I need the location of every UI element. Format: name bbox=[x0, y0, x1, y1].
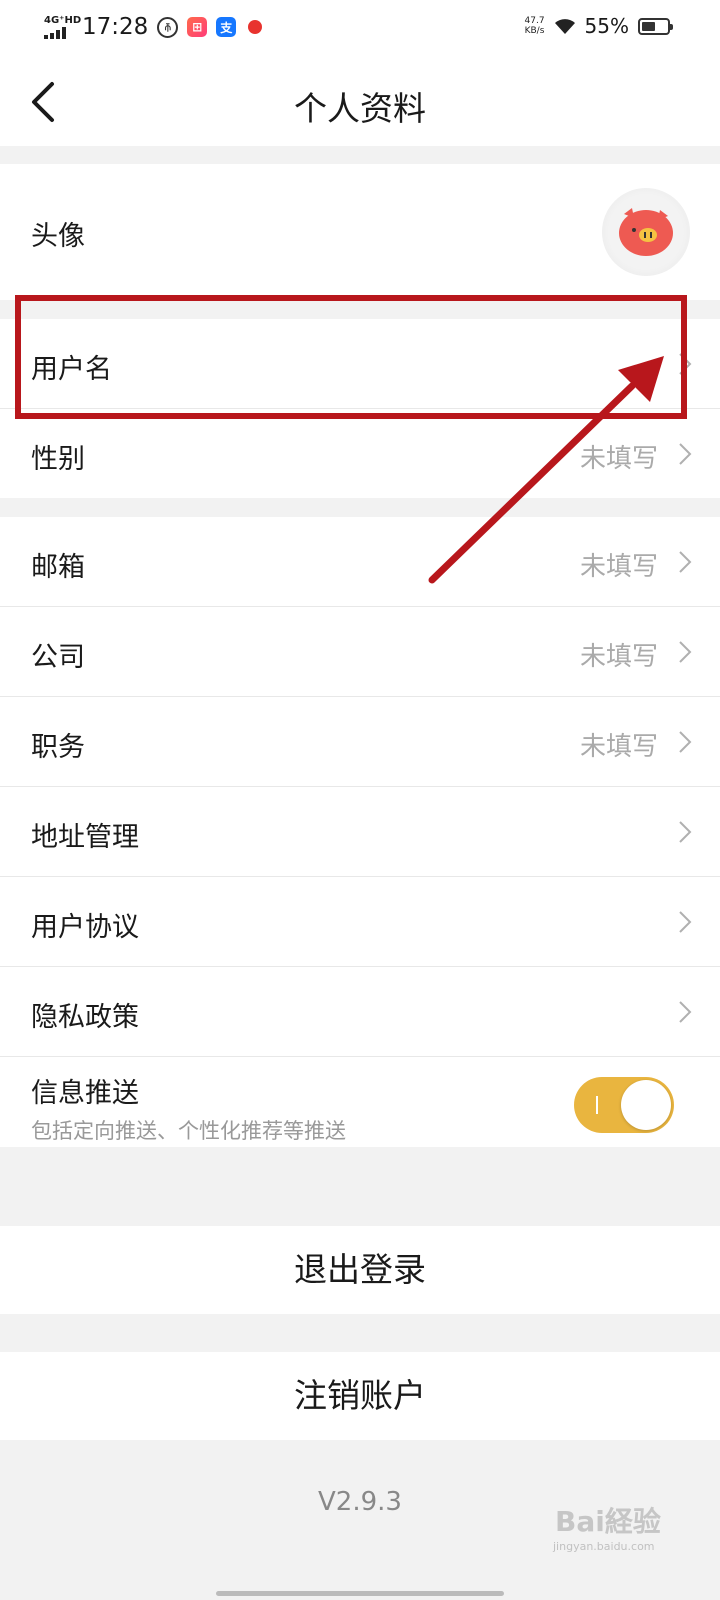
privacy-policy-row[interactable]: 隐私政策 bbox=[0, 967, 720, 1057]
app-icon-red: ⊞ bbox=[187, 17, 208, 37]
toggle-on-mark bbox=[596, 1096, 598, 1114]
battery-icon bbox=[638, 17, 673, 35]
signal-icon bbox=[44, 27, 76, 39]
watermark-url: jingyan.baidu.com bbox=[553, 1540, 655, 1553]
address-label: 地址管理 bbox=[31, 822, 139, 853]
nav-bar: 个人资料 bbox=[0, 56, 720, 146]
home-indicator[interactable] bbox=[216, 1591, 504, 1596]
email-value: 未填写 bbox=[579, 552, 658, 582]
user-agreement-row[interactable]: 用户协议 bbox=[0, 877, 720, 967]
gender-value: 未填写 bbox=[579, 444, 658, 474]
gender-label: 性别 bbox=[31, 444, 85, 475]
avatar-row[interactable]: 头像 bbox=[0, 164, 720, 300]
toggle-knob bbox=[621, 1080, 671, 1130]
pig-avatar-icon bbox=[619, 208, 673, 256]
chevron-right-icon bbox=[679, 443, 692, 465]
page-title: 个人资料 bbox=[294, 89, 426, 128]
clock: 17:28 bbox=[82, 14, 149, 40]
avatar[interactable] bbox=[602, 188, 690, 276]
chevron-right-icon bbox=[679, 1001, 692, 1023]
wifi-icon bbox=[554, 19, 575, 34]
username-row[interactable]: 用户名 bbox=[0, 319, 720, 409]
alipay-icon: 支 bbox=[216, 17, 237, 37]
privacy-policy-label: 隐私政策 bbox=[31, 1002, 139, 1033]
gender-row[interactable]: 性别 未填写 bbox=[0, 409, 720, 498]
status-left: 4G⁺HD 17:28 ⫚ ⊞ 支 bbox=[44, 12, 266, 42]
chevron-right-icon bbox=[679, 911, 692, 933]
position-value: 未填写 bbox=[579, 732, 658, 762]
push-row: 信息推送 包括定向推送、个性化推荐等推送 bbox=[0, 1057, 720, 1147]
status-bar: 4G⁺HD 17:28 ⫚ ⊞ 支 47.7 KB/s 55% bbox=[0, 0, 720, 56]
unicom-icon: ⫚ bbox=[157, 16, 179, 38]
status-right: 47.7 KB/s 55% bbox=[525, 14, 673, 38]
address-row[interactable]: 地址管理 bbox=[0, 787, 720, 877]
battery-percent: 55% bbox=[584, 14, 629, 38]
push-label: 信息推送 bbox=[31, 1078, 139, 1109]
video-record-icon bbox=[245, 17, 266, 37]
email-label: 邮箱 bbox=[31, 552, 85, 583]
company-label: 公司 bbox=[31, 642, 85, 673]
company-value: 未填写 bbox=[579, 642, 658, 672]
chevron-right-icon bbox=[679, 641, 692, 663]
chevron-right-icon bbox=[679, 551, 692, 573]
net-speed-unit: KB/s bbox=[524, 26, 545, 36]
push-toggle[interactable] bbox=[574, 1077, 674, 1133]
avatar-label: 头像 bbox=[31, 221, 85, 252]
chevron-right-icon bbox=[679, 353, 692, 375]
chevron-right-icon bbox=[679, 821, 692, 843]
push-description: 包括定向推送、个性化推荐等推送 bbox=[31, 1119, 346, 1143]
cancel-account-button[interactable]: 注销账户 bbox=[0, 1352, 720, 1440]
position-row[interactable]: 职务 未填写 bbox=[0, 697, 720, 787]
watermark: Bai経验 bbox=[555, 1505, 661, 1538]
battery-fill bbox=[642, 21, 655, 31]
username-label: 用户名 bbox=[31, 354, 112, 385]
net-speed-value: 47.7 bbox=[524, 16, 545, 26]
logout-button[interactable]: 退出登录 bbox=[0, 1226, 720, 1314]
network-type: 4G⁺HD bbox=[44, 15, 82, 26]
position-label: 职务 bbox=[31, 732, 85, 763]
chevron-right-icon bbox=[679, 731, 692, 753]
email-row[interactable]: 邮箱 未填写 bbox=[0, 517, 720, 607]
net-speed: 47.7 KB/s bbox=[525, 16, 545, 36]
user-agreement-label: 用户协议 bbox=[31, 912, 139, 943]
company-row[interactable]: 公司 未填写 bbox=[0, 607, 720, 697]
network-indicator: 4G⁺HD bbox=[44, 15, 82, 39]
